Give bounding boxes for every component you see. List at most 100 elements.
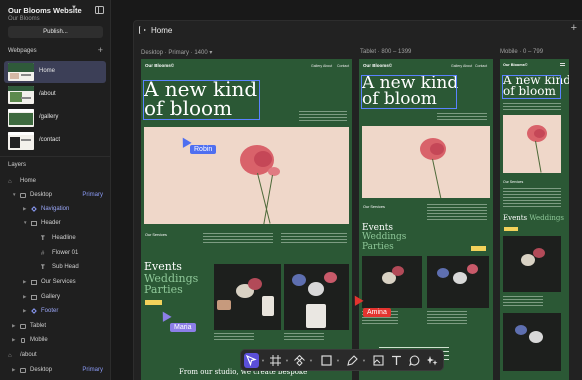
layer-row-home[interactable]: ⌂ Home xyxy=(0,176,110,188)
chevron-down-icon[interactable]: ▼ xyxy=(336,358,340,363)
page-label: /about xyxy=(39,91,56,97)
monitor-icon xyxy=(20,368,26,373)
page-item-gallery[interactable]: /gallery xyxy=(4,107,106,129)
home-icon: ⌂ xyxy=(8,353,12,359)
chevron-right-icon[interactable]: ▶ xyxy=(12,323,15,329)
image-tool[interactable] xyxy=(371,353,386,368)
breakpoint-label-tablet[interactable]: Tablet · 800 – 1399 xyxy=(360,49,411,55)
add-page-icon[interactable]: + xyxy=(98,46,103,55)
preview-nav-gallery: Gallery xyxy=(311,64,323,68)
page-item-home[interactable]: Home xyxy=(4,61,106,83)
chevron-down-icon[interactable]: ▼ xyxy=(12,192,16,197)
chevron-down-icon[interactable]: ▼ xyxy=(71,5,77,11)
layer-row-header[interactable]: ▼ Header xyxy=(0,218,110,230)
chevron-down-icon[interactable]: ▼ xyxy=(309,358,313,363)
chevron-down-icon[interactable]: ▼ xyxy=(23,220,27,225)
layer-row-footer[interactable]: ▶ Footer xyxy=(0,306,110,318)
page-title: Home xyxy=(151,26,173,35)
add-breakpoint-icon[interactable]: + xyxy=(571,22,577,34)
layer-row-about[interactable]: ⌂ /about xyxy=(0,350,110,362)
services-paragraph xyxy=(503,188,561,208)
page-thumbnail xyxy=(8,63,34,81)
layer-row-flower[interactable]: # Flower 01 xyxy=(0,248,110,260)
events-list: Events Weddings xyxy=(503,214,564,222)
hero-paragraph xyxy=(299,111,347,121)
left-panel: Our Blooms Website ▼ Our Blooms Publish.… xyxy=(0,0,111,380)
page-label: /contact xyxy=(39,137,61,143)
tablet-icon xyxy=(20,324,26,329)
chevron-right-icon[interactable]: ▶ xyxy=(12,367,15,373)
gallery-image-1[interactable] xyxy=(503,236,561,292)
mobile-frame[interactable]: Our Blooms© A new kind of bloom Our Serv… xyxy=(500,59,569,380)
gallery-image-1[interactable] xyxy=(214,264,281,330)
page-item-about[interactable]: /about xyxy=(4,84,106,106)
chevron-right-icon[interactable]: ▶ xyxy=(23,206,26,212)
comment-tool[interactable] xyxy=(407,353,422,368)
chevron-down-icon[interactable]: ▼ xyxy=(285,358,289,363)
text-icon: T xyxy=(41,236,45,242)
selection-outline xyxy=(502,75,561,99)
grid-icon xyxy=(31,295,37,300)
layer-row-navigation[interactable]: ▶ Navigation xyxy=(0,204,110,216)
preview-nav-contact: Contact xyxy=(475,64,488,68)
layer-row-mobile[interactable]: ▶ Mobile xyxy=(0,335,110,347)
chevron-right-icon[interactable]: ▶ xyxy=(23,308,26,314)
page-label: Home xyxy=(39,68,56,74)
page-thumbnail xyxy=(8,109,34,127)
shape-tool[interactable] xyxy=(319,353,334,368)
preview-nav-contact: Contact xyxy=(337,64,350,68)
gallery-image-1[interactable] xyxy=(362,256,422,308)
gallery-image-2[interactable] xyxy=(427,256,489,308)
gallery-image-2[interactable] xyxy=(284,264,349,330)
page-label: /gallery xyxy=(39,114,59,120)
chevron-down-icon[interactable]: ▼ xyxy=(362,358,366,363)
preview-nav-about: About xyxy=(463,64,473,68)
text-tool[interactable] xyxy=(389,353,404,368)
text-icon: T xyxy=(41,265,45,271)
tool-bar: ▼ ▼ ▼ ▼ ▼ xyxy=(240,349,444,371)
layer-row-about-desktop[interactable]: ▶ Desktop Primary xyxy=(0,365,110,377)
layer-row-tablet[interactable]: ▶ Tablet xyxy=(0,321,110,333)
layer-row-desktop[interactable]: ▼ Desktop Primary xyxy=(0,190,110,202)
tablet-frame[interactable]: Our Blooms© Gallery About Contact A new … xyxy=(359,59,493,380)
breakpoint-label-mobile[interactable]: Mobile · 0 – 799 xyxy=(500,49,543,55)
chevron-right-icon[interactable]: ▶ xyxy=(23,294,26,300)
preview-logo: Our Blooms© xyxy=(145,63,175,68)
flower-image[interactable] xyxy=(144,127,349,224)
layer-row-gallery[interactable]: ▶ Gallery xyxy=(0,292,110,304)
page-thumbnail xyxy=(8,86,34,104)
play-icon[interactable] xyxy=(139,26,146,34)
gallery-caption-2 xyxy=(427,311,467,325)
preview-cta-button[interactable] xyxy=(504,227,518,231)
layer-row-services[interactable]: ▶ Our Services xyxy=(0,277,110,289)
chevron-right-icon[interactable]: ▶ xyxy=(12,337,15,343)
ai-tool[interactable] xyxy=(425,353,440,368)
pen-tool[interactable] xyxy=(345,353,360,368)
page-item-contact[interactable]: /contact xyxy=(4,130,106,152)
breakpoint-label-desktop[interactable]: Desktop · Primary · 1400 ▾ xyxy=(141,49,212,56)
events-list: Events Weddings Parties xyxy=(362,223,407,252)
flower-image[interactable] xyxy=(362,126,490,198)
home-icon: ⌂ xyxy=(8,179,12,185)
hero-paragraph xyxy=(437,113,487,121)
preview-cta-button[interactable] xyxy=(145,300,162,305)
cursor-label-robin: Robin xyxy=(190,145,217,154)
menu-icon[interactable] xyxy=(560,63,565,66)
component-tool[interactable] xyxy=(292,353,307,368)
chevron-down-icon[interactable]: ▼ xyxy=(261,358,265,363)
pointer-tool[interactable] xyxy=(244,353,259,368)
flower-image[interactable] xyxy=(503,115,561,173)
mobile-icon xyxy=(21,338,25,343)
sidebar-toggle-icon[interactable] xyxy=(95,6,104,14)
page-thumbnail xyxy=(8,132,34,150)
layer-row-headline[interactable]: T Headline xyxy=(0,233,110,245)
chevron-right-icon[interactable]: ▶ xyxy=(23,279,26,285)
gallery-image-2[interactable] xyxy=(503,313,561,371)
preview-nav-gallery: Gallery xyxy=(451,64,463,68)
preview-cta-button[interactable] xyxy=(471,246,486,251)
frame-tool[interactable] xyxy=(268,353,283,368)
hero-paragraph xyxy=(503,103,561,111)
layer-row-subhead[interactable]: T Sub Head xyxy=(0,262,110,274)
publish-button[interactable]: Publish... xyxy=(8,26,103,38)
preview-logo: Our Blooms© xyxy=(503,63,528,67)
